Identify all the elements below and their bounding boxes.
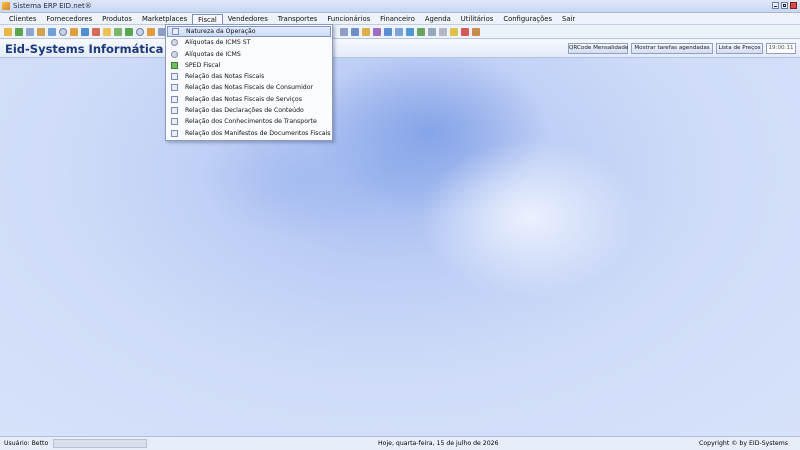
report-icon (171, 118, 178, 126)
clock-display: 19:00:11 (766, 43, 796, 54)
menu-item-label: SPED Fiscal (185, 61, 221, 69)
menu-item-label: Relação das Notas Fiscais de Consumidor (185, 84, 314, 92)
menu-utilitarios[interactable]: Utilitários (456, 13, 499, 24)
report-icon (171, 107, 178, 115)
tools-icon[interactable] (439, 28, 447, 36)
swirl-highlight (420, 138, 640, 298)
printer-icon[interactable] (340, 28, 348, 36)
menu-item-natureza-operacao[interactable]: Natureza da Operação (167, 26, 331, 38)
search-icon[interactable] (59, 28, 67, 36)
find-icon[interactable] (136, 28, 144, 36)
box-icon[interactable] (37, 28, 45, 36)
menu-item-relacao-conhecimentos[interactable]: Relação dos Conhecimentos de Transporte (167, 116, 331, 127)
window-title: Sistema ERP EID.net® (13, 2, 92, 10)
menu-clientes[interactable]: Clientes (4, 13, 41, 24)
status-progress-box (53, 439, 147, 448)
fiscal-dropdown-menu: Natureza da Operação Alíquotas de ICMS S… (165, 24, 333, 141)
monitor-icon[interactable] (351, 28, 359, 36)
report-icon (171, 95, 178, 103)
menu-agenda[interactable]: Agenda (420, 13, 456, 24)
arrows-icon[interactable] (26, 28, 34, 36)
menu-sair[interactable]: Sair (557, 13, 580, 24)
menu-item-relacao-declaracoes[interactable]: Relação das Declarações de Conteúdo (167, 105, 331, 116)
menu-bar: Clientes Fornecedores Produtos Marketpla… (0, 13, 800, 25)
money-bag-icon[interactable] (125, 28, 133, 36)
menu-item-relacao-manifestos[interactable]: Relação dos Manifestos de Documentos Fis… (167, 128, 331, 139)
heart-icon[interactable] (461, 28, 469, 36)
chart-icon[interactable] (92, 28, 100, 36)
menu-item-label: Alíquotas de ICMS ST (185, 39, 251, 47)
coins-icon (171, 50, 178, 58)
key-icon[interactable] (450, 28, 458, 36)
mail-icon[interactable] (362, 28, 370, 36)
status-copyright: Copyright © by EID-Systems (699, 440, 788, 447)
window-controls (772, 2, 797, 9)
menu-item-label: Alíquotas de ICMS (185, 50, 241, 58)
cart-icon[interactable] (70, 28, 78, 36)
menu-item-label: Relação das Declarações de Conteúdo (185, 107, 304, 115)
calendar-icon[interactable] (373, 28, 381, 36)
maximize-button[interactable] (781, 2, 788, 9)
desktop-background (0, 58, 800, 436)
menu-configuracoes[interactable]: Configurações (498, 13, 557, 24)
status-user: Usuário: Betto (4, 440, 49, 447)
title-bar: Sistema ERP EID.net® (0, 0, 800, 13)
menu-fornecedores[interactable]: Fornecedores (41, 13, 97, 24)
network-icon[interactable] (417, 28, 425, 36)
calculator-icon[interactable] (384, 28, 392, 36)
folder-icon[interactable] (4, 28, 12, 36)
menu-item-aliquotas-icms[interactable]: Alíquotas de ICMS (167, 49, 331, 60)
document-icon[interactable] (81, 28, 89, 36)
minimize-button[interactable] (772, 2, 779, 9)
qrcode-mensalidade-button[interactable]: QRCode Mensalidade (568, 43, 628, 54)
users-icon[interactable] (48, 28, 56, 36)
report-icon (171, 73, 178, 81)
report-icon (171, 129, 178, 137)
menu-item-label: Relação das Notas Fiscais (185, 73, 265, 81)
menu-produtos[interactable]: Produtos (97, 13, 137, 24)
menu-item-relacao-nf-servicos[interactable]: Relação das Notas Fiscais de Serviços (167, 94, 331, 105)
coins-icon (171, 39, 178, 47)
globe-icon[interactable] (406, 28, 414, 36)
menu-item-relacao-notas-fiscais[interactable]: Relação das Notas Fiscais (167, 71, 331, 82)
exit-icon[interactable] (472, 28, 480, 36)
menu-item-label: Relação dos Manifestos de Documentos Fis… (185, 129, 331, 137)
truck-icon[interactable] (114, 28, 122, 36)
document-icon (172, 28, 179, 35)
status-date: Hoje, quarta-feira, 15 de julho de 2026 (378, 440, 499, 447)
toolbar (0, 25, 800, 39)
report-icon (171, 84, 178, 92)
spreadsheet-icon (171, 61, 178, 69)
menu-marketplaces[interactable]: Marketplaces (137, 13, 192, 24)
tag-icon[interactable] (147, 28, 155, 36)
menu-item-relacao-nf-consumidor[interactable]: Relação das Notas Fiscais de Consumidor (167, 82, 331, 93)
menu-funcionarios[interactable]: Funcionários (322, 13, 375, 24)
close-button[interactable] (790, 2, 797, 9)
company-name: Eid-Systems Informática (5, 42, 164, 56)
app-icon (2, 2, 10, 10)
status-bar: Usuário: Betto Hoje, quarta-feira, 15 de… (0, 436, 800, 450)
menu-vendedores[interactable]: Vendedores (223, 13, 273, 24)
menu-item-sped-fiscal[interactable]: SPED Fiscal (167, 60, 331, 71)
menu-item-label: Natureza da Operação (186, 28, 256, 35)
scheduled-tasks-button[interactable]: Mostrar tarefas agendadas (631, 43, 713, 54)
menu-transportes[interactable]: Transportes (273, 13, 323, 24)
header-band: Eid-Systems Informática QRCode Mensalida… (0, 39, 800, 58)
menu-item-aliquotas-icms-st[interactable]: Alíquotas de ICMS ST (167, 37, 331, 48)
money-icon[interactable] (15, 28, 23, 36)
copy-icon[interactable] (395, 28, 403, 36)
price-list-button[interactable]: Lista de Preços (716, 43, 763, 54)
gear-icon[interactable] (428, 28, 436, 36)
note-icon[interactable] (103, 28, 111, 36)
menu-fiscal[interactable]: Fiscal (192, 14, 223, 24)
menu-financeiro[interactable]: Financeiro (375, 13, 420, 24)
menu-item-label: Relação das Notas Fiscais de Serviços (185, 95, 302, 103)
menu-item-label: Relação dos Conhecimentos de Transporte (185, 118, 317, 126)
